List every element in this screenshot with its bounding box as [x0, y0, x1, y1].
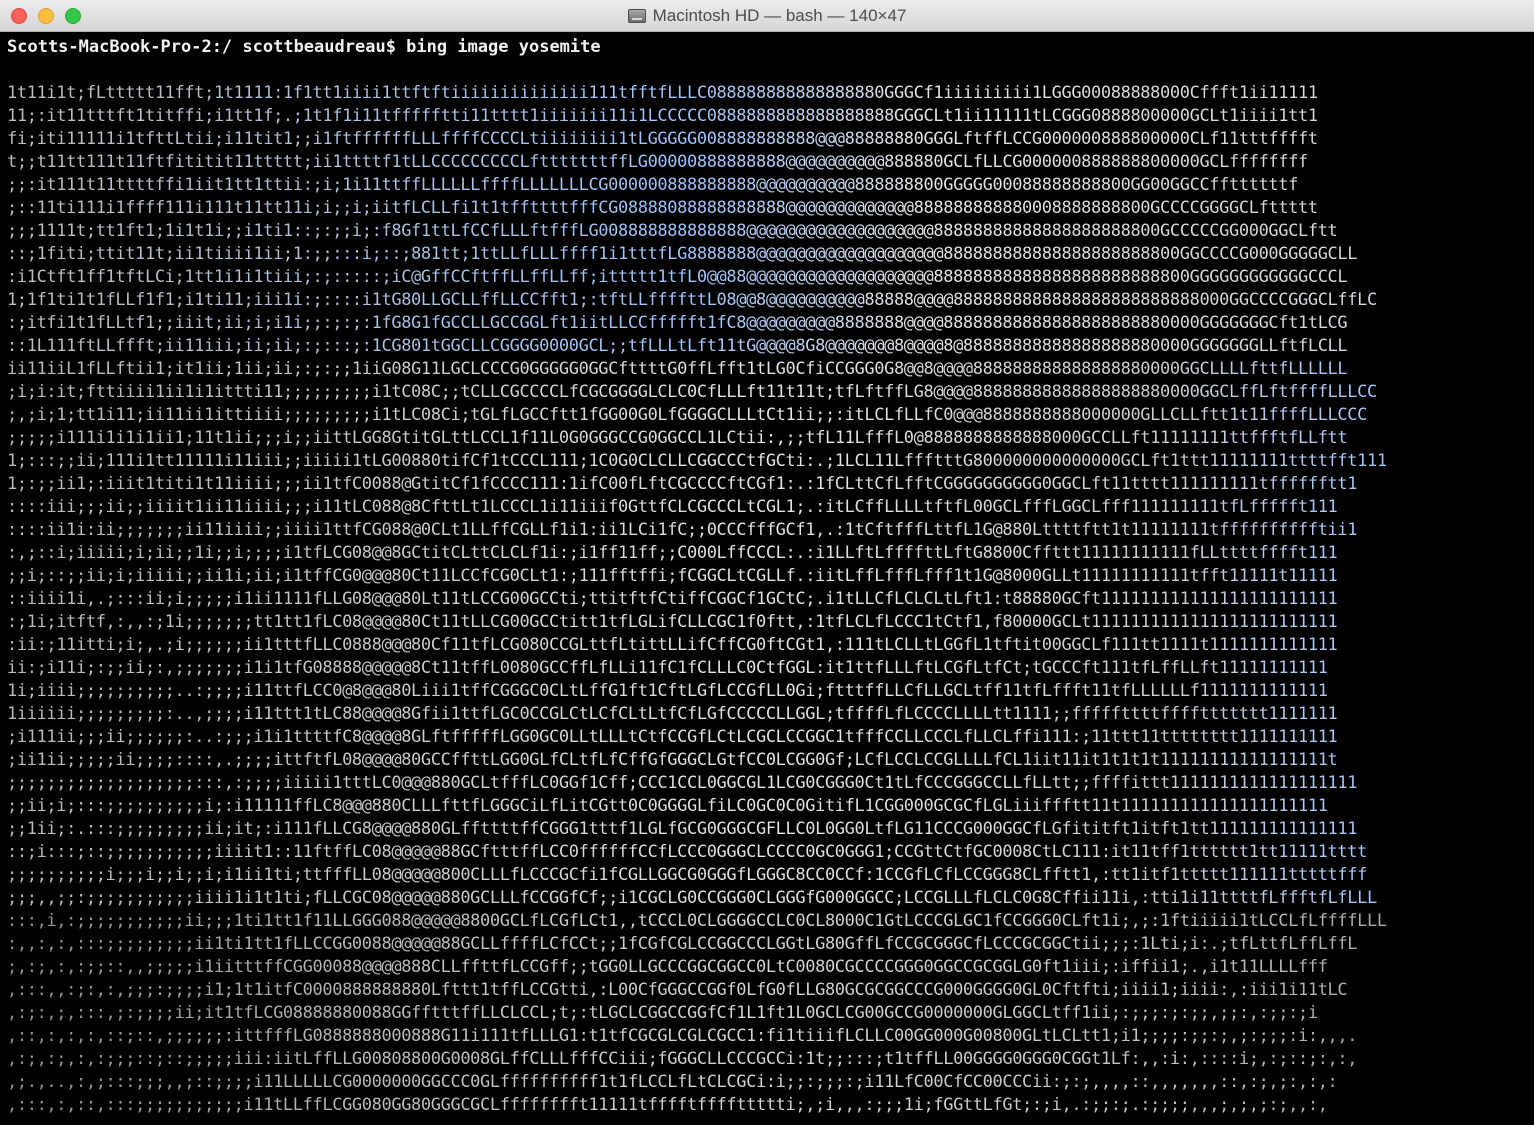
terminal-content[interactable]: Scotts-MacBook-Pro-2:/ scottbeaudreau$ b… — [0, 32, 1534, 1125]
ascii-art-line: ;::11ti111i1ffff111i111t11tt11i;i;;i;iit… — [7, 197, 1534, 220]
ascii-art-line: ;,;i;1;tt1i11;ii11ii1ittiiii;;;;;;;;;i1t… — [7, 404, 1534, 427]
ascii-art-line: ,;.,..,:,;:::;;;,,;::;;;;i11LLLLLCG00000… — [7, 1071, 1534, 1094]
ascii-art-line: :;itfi1t1fLLtf1;;iiit;ii;i;i1i;;:;:;:1fG… — [7, 312, 1534, 335]
title-bar[interactable]: Macintosh HD — bash — 140×47 — [0, 0, 1534, 32]
ascii-art-line: :i1Ctft1ff1tftLCi;1tt1i1i1tiii;:;:::::;i… — [7, 266, 1534, 289]
ascii-art-line: ;;;1111t;tt1ft1;1i1t1i;;i1ti1::;:;;i;:f8… — [7, 220, 1534, 243]
ascii-art-line: ;;;;;;;;;;;;;;;;;;;:::,:;;;;iiiii1tttLC0… — [7, 772, 1534, 795]
ascii-art-line: ;;;;;i111i1i1i1ii1;11t1ii;;;i;;iittLGG8G… — [7, 427, 1534, 450]
ascii-art-line: ;ii1ii;;;;;ii;;;;::::,.;;;;ittftfL08@@@@… — [7, 749, 1534, 772]
ascii-art-line: 1t11i1t;fLttttt11fft;1t1111:1f1tt1iiii1t… — [7, 82, 1534, 105]
ascii-art-line: ;,:;,:,:;;::,,;;;;;i1iitttffCGG00088@@@@… — [7, 956, 1534, 979]
ascii-art-output: 1t11i1t;fLttttt11fft;1t1111:1f1tt1iiii1t… — [7, 82, 1534, 1117]
ascii-art-line: ;i111ii;;;ii;;;;;;:..:;;;i1i1ttttfC8@@@@… — [7, 726, 1534, 749]
ascii-art-line: ,:::,,:;:,:,;;;:;;;;i1;1t1itfC0000888888… — [7, 979, 1534, 1002]
ascii-art-line: ii:;i11i;:;;ii;:,;;;;;;;i1i1tfG08888@@@@… — [7, 657, 1534, 680]
ascii-art-line: 1;:;;ii1;:iiit1titi1t11iiii;;;ii1tfC0088… — [7, 473, 1534, 496]
ascii-art-line: t;;t11tt111t11ftfititit11ttttt;ii1ttttf1… — [7, 151, 1534, 174]
ascii-art-line: fi;iti11111i1tfttLtii;i11tit1;;i1ftfffff… — [7, 128, 1534, 151]
ascii-art-line: :,;::i;iiiii;i;ii;;1i;;i;;;;i1tfLCG08@@8… — [7, 542, 1534, 565]
ascii-art-line: ii11iiL1fLLftii1;it1ii;1ii;ii;:;:;;1iiG0… — [7, 358, 1534, 381]
ascii-art-line: 1iiiiii;;;;;;;;;:..,;;;;i11ttt1tLC88@@@@… — [7, 703, 1534, 726]
ascii-art-line: ,:;,:;,:,:;;;::;::;;;;;iii:iitLffLLG0080… — [7, 1048, 1534, 1071]
ascii-art-line: ;i;i:it;fttiiii1ii1i1ittti11;;;;;;;;;i1t… — [7, 381, 1534, 404]
ascii-art-line: :::,i,:;;;;;;;;;;;ii;;;1ti1tt1f11LLGGG08… — [7, 910, 1534, 933]
ascii-art-line: ;;;;;;;;;;i;;;i;;i;;i;i1ii1ti;ttfffLL08@… — [7, 864, 1534, 887]
ascii-art-line: ::iiii1i,.;:::ii;i;;;;;i1ii1111fLLG08@@@… — [7, 588, 1534, 611]
ascii-art-line: ;;:it111t11ttttffi1iit1tt1ttii:;i;1i11tt… — [7, 174, 1534, 197]
command-prompt-line: Scotts-MacBook-Pro-2:/ scottbeaudreau$ b… — [7, 37, 601, 57]
ascii-art-line: ,:;:,;,:::,;:;;;;ii;it1tfLCG08888880088G… — [7, 1002, 1534, 1025]
ascii-art-line: ;;ii;i;:::;;;;;;;;;;i;:i11111ffLC8@@@880… — [7, 795, 1534, 818]
ascii-art-line: ::;i:::;::;;;;;;;;;;;iiiit1::11ftffLC08@… — [7, 841, 1534, 864]
ascii-art-line: :;1i;itftf,:,,:;1i;;;;;;;tt1tt1fLC08@@@@… — [7, 611, 1534, 634]
window-title-group: Macintosh HD — bash — 140×47 — [0, 0, 1534, 32]
ascii-art-line: 1i;iiii;;;;;;;;;;..:;;;;i11ttfLCC0@8@@@8… — [7, 680, 1534, 703]
ascii-art-line: ::::ii1i:ii;;;;;;;ii11iiii;;iiii1ttfCG08… — [7, 519, 1534, 542]
ascii-art-line: ;;i;::;;ii;i;iiiii;;ii1i;ii;i1tffCG0@@@8… — [7, 565, 1534, 588]
hard-disk-icon — [627, 9, 646, 23]
ascii-art-line: ;;;,,;;:;;;;;;;;;;;iiii1i1t1ti;fLLCGC08@… — [7, 887, 1534, 910]
ascii-art-line: :,,:,:,:::;;;;;;;;;ii1ti1tt1fLLCCGG0088@… — [7, 933, 1534, 956]
ascii-art-line: ,::,:,:,:,::;::,;;;;;;:ittfffLG088888800… — [7, 1025, 1534, 1048]
ascii-art-line: ::1L111ftLLffft;ii11iii;ii;ii;:;:::;:1CG… — [7, 335, 1534, 358]
ascii-art-line: :ii:;11itti;i;,.;i;;;;;;ii1tttfLLC0888@@… — [7, 634, 1534, 657]
ascii-art-line: ;;1ii;:.:::;;;;;;;;;ii;it;:i111fLLCG8@@@… — [7, 818, 1534, 841]
ascii-art-line: ,:::,:,::,:::;;;;;;;;;;;i11tLLffLCGG080G… — [7, 1094, 1534, 1117]
ascii-art-line: 1;:::;;ii;111i1tt11111i11iii;;iiiii1tLG0… — [7, 450, 1534, 473]
terminal-window: Macintosh HD — bash — 140×47 Scotts-MacB… — [0, 0, 1534, 1125]
ascii-art-line: ::;1fiti;ttit11t;ii1tiiii1ii;1:;;:::i;::… — [7, 243, 1534, 266]
ascii-art-line: 11;:it11tttft1titffi;i1tt1f;.;1t1f1i11tf… — [7, 105, 1534, 128]
ascii-art-line: 1;1f1ti1t1fLLf1f1;i1ti11;iii1i:;::::i1tG… — [7, 289, 1534, 312]
ascii-art-line: ::::iii;;;ii;;iiiit1ii11iiii;;;i11tLC088… — [7, 496, 1534, 519]
window-title: Macintosh HD — bash — 140×47 — [652, 6, 907, 25]
